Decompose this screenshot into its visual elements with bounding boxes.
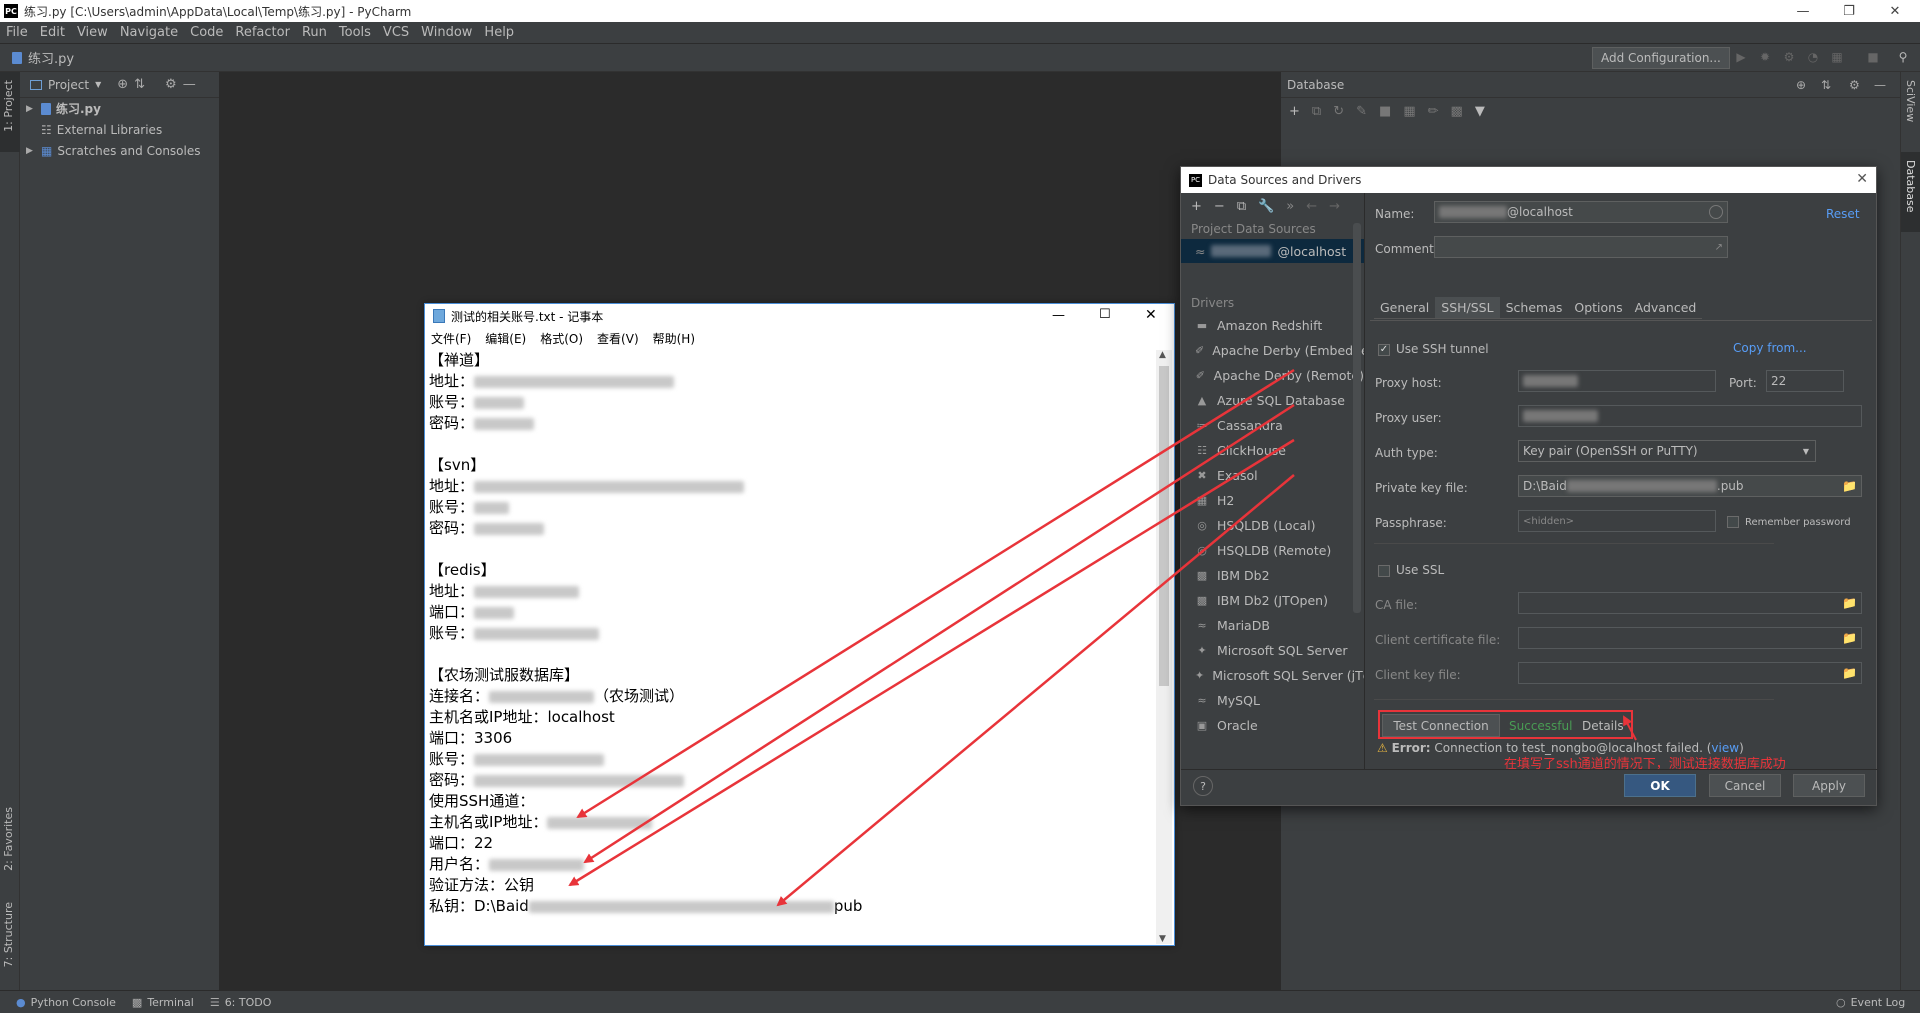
arrow-proxy-user	[583, 403, 1295, 864]
annotation-arrows	[568, 368, 1637, 907]
arrow-proxy-host	[576, 368, 1295, 819]
arrow-private-key	[776, 474, 1295, 907]
arrow-auth-type	[568, 438, 1295, 887]
arrow-test-connection	[1623, 715, 1637, 741]
